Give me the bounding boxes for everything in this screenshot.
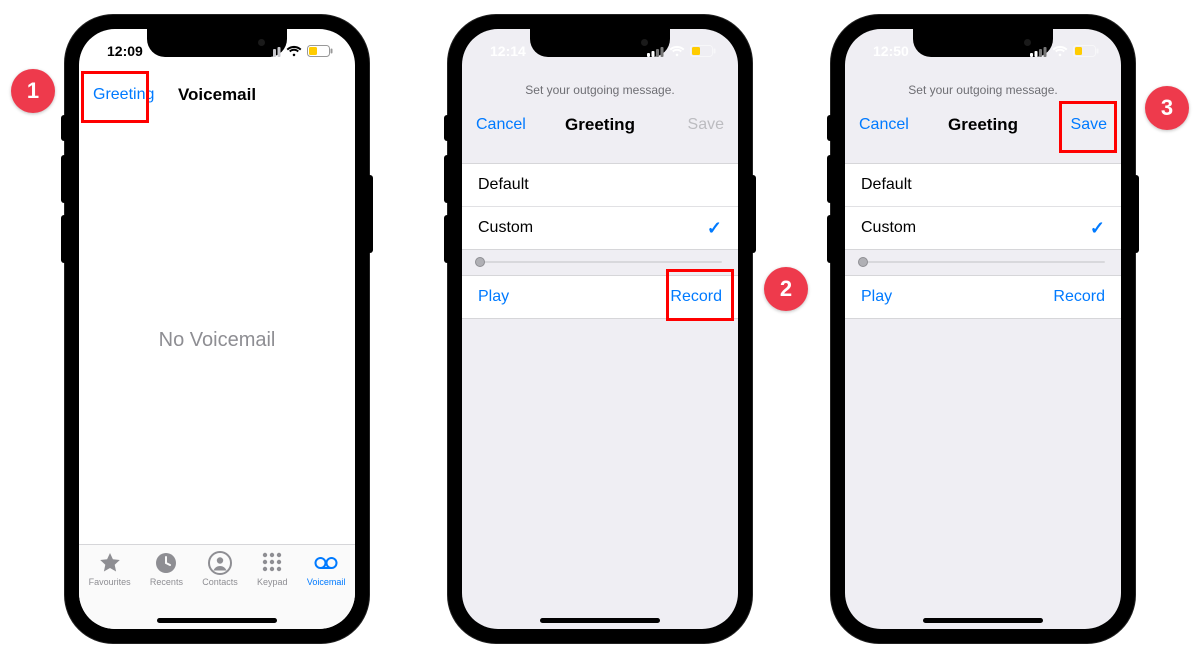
tab-favourites[interactable]: Favourites	[89, 551, 131, 587]
option-custom[interactable]: Custom ✓	[462, 206, 738, 249]
greeting-options: Default Custom ✓	[845, 163, 1121, 250]
option-label: Custom	[478, 219, 533, 237]
tab-bar: Favourites Recents Contacts Keypad Voice…	[79, 544, 355, 629]
battery-icon	[307, 45, 333, 57]
home-indicator[interactable]	[923, 618, 1043, 623]
annotation-2: 2	[764, 267, 808, 311]
status-bar: 12:50	[845, 29, 1121, 73]
home-indicator[interactable]	[157, 618, 277, 623]
status-bar: 12:09	[79, 29, 355, 73]
keypad-icon	[260, 551, 284, 575]
home-indicator[interactable]	[540, 618, 660, 623]
phone-greeting-record: 12:14 Set your outgoing message. Cancel …	[448, 15, 752, 643]
option-label: Default	[861, 176, 912, 194]
option-custom[interactable]: Custom ✓	[845, 206, 1121, 249]
option-label: Custom	[861, 219, 916, 237]
play-button[interactable]: Play	[861, 288, 892, 306]
cancel-button[interactable]: Cancel	[462, 103, 540, 147]
playback-slider[interactable]	[861, 261, 1105, 263]
nav-title: Greeting	[948, 115, 1018, 135]
empty-state-text: No Voicemail	[79, 329, 355, 352]
tab-recents[interactable]: Recents	[150, 551, 183, 587]
cellular-icon	[264, 46, 281, 57]
highlight-save	[1059, 101, 1117, 153]
annotation-3: 3	[1145, 86, 1189, 130]
highlight-greeting	[81, 71, 149, 123]
checkmark-icon: ✓	[1090, 218, 1105, 239]
status-time: 12:14	[490, 43, 526, 59]
nav-bar: Cancel Greeting Save	[462, 103, 738, 147]
status-right-icons	[647, 45, 716, 57]
checkmark-icon: ✓	[707, 218, 722, 239]
play-button[interactable]: Play	[478, 288, 509, 306]
clock-icon	[154, 551, 178, 575]
slider-thumb[interactable]	[858, 257, 868, 267]
slider-thumb[interactable]	[475, 257, 485, 267]
annotation-1: 1	[11, 69, 55, 113]
tab-label: Voicemail	[307, 577, 346, 587]
battery-icon	[1073, 45, 1099, 57]
option-default[interactable]: Default	[462, 164, 738, 206]
cancel-button[interactable]: Cancel	[845, 103, 923, 147]
instruction-text: Set your outgoing message.	[845, 83, 1121, 97]
voicemail-icon	[314, 551, 338, 575]
tab-voicemail[interactable]: Voicemail	[307, 551, 346, 587]
playback-controls: Play Record	[845, 275, 1121, 319]
status-right-icons	[1030, 45, 1099, 57]
cellular-icon	[647, 46, 664, 57]
status-time: 12:50	[873, 43, 909, 59]
tab-label: Contacts	[202, 577, 238, 587]
wifi-icon	[286, 45, 302, 57]
nav-title: Voicemail	[178, 85, 256, 105]
tab-label: Keypad	[257, 577, 288, 587]
phone-greeting-save: 12:50 Set your outgoing message. Cancel …	[831, 15, 1135, 643]
save-button-disabled: Save	[674, 103, 738, 147]
wifi-icon	[669, 45, 685, 57]
instruction-text: Set your outgoing message.	[462, 83, 738, 97]
star-icon	[98, 551, 122, 575]
playback-slider[interactable]	[478, 261, 722, 263]
greeting-options: Default Custom ✓	[462, 163, 738, 250]
wifi-icon	[1052, 45, 1068, 57]
status-time: 12:09	[107, 43, 143, 59]
person-icon	[208, 551, 232, 575]
highlight-record	[666, 269, 734, 321]
option-label: Default	[478, 176, 529, 194]
cellular-icon	[1030, 46, 1047, 57]
tab-label: Favourites	[89, 577, 131, 587]
option-default[interactable]: Default	[845, 164, 1121, 206]
record-button[interactable]: Record	[1053, 288, 1105, 306]
battery-icon	[690, 45, 716, 57]
tab-keypad[interactable]: Keypad	[257, 551, 288, 587]
phone-voicemail: 12:09 Greeting Voicemail No Voicemail Fa…	[65, 15, 369, 643]
tab-label: Recents	[150, 577, 183, 587]
status-right-icons	[264, 45, 333, 57]
tab-contacts[interactable]: Contacts	[202, 551, 238, 587]
status-bar: 12:14	[462, 29, 738, 73]
nav-title: Greeting	[565, 115, 635, 135]
